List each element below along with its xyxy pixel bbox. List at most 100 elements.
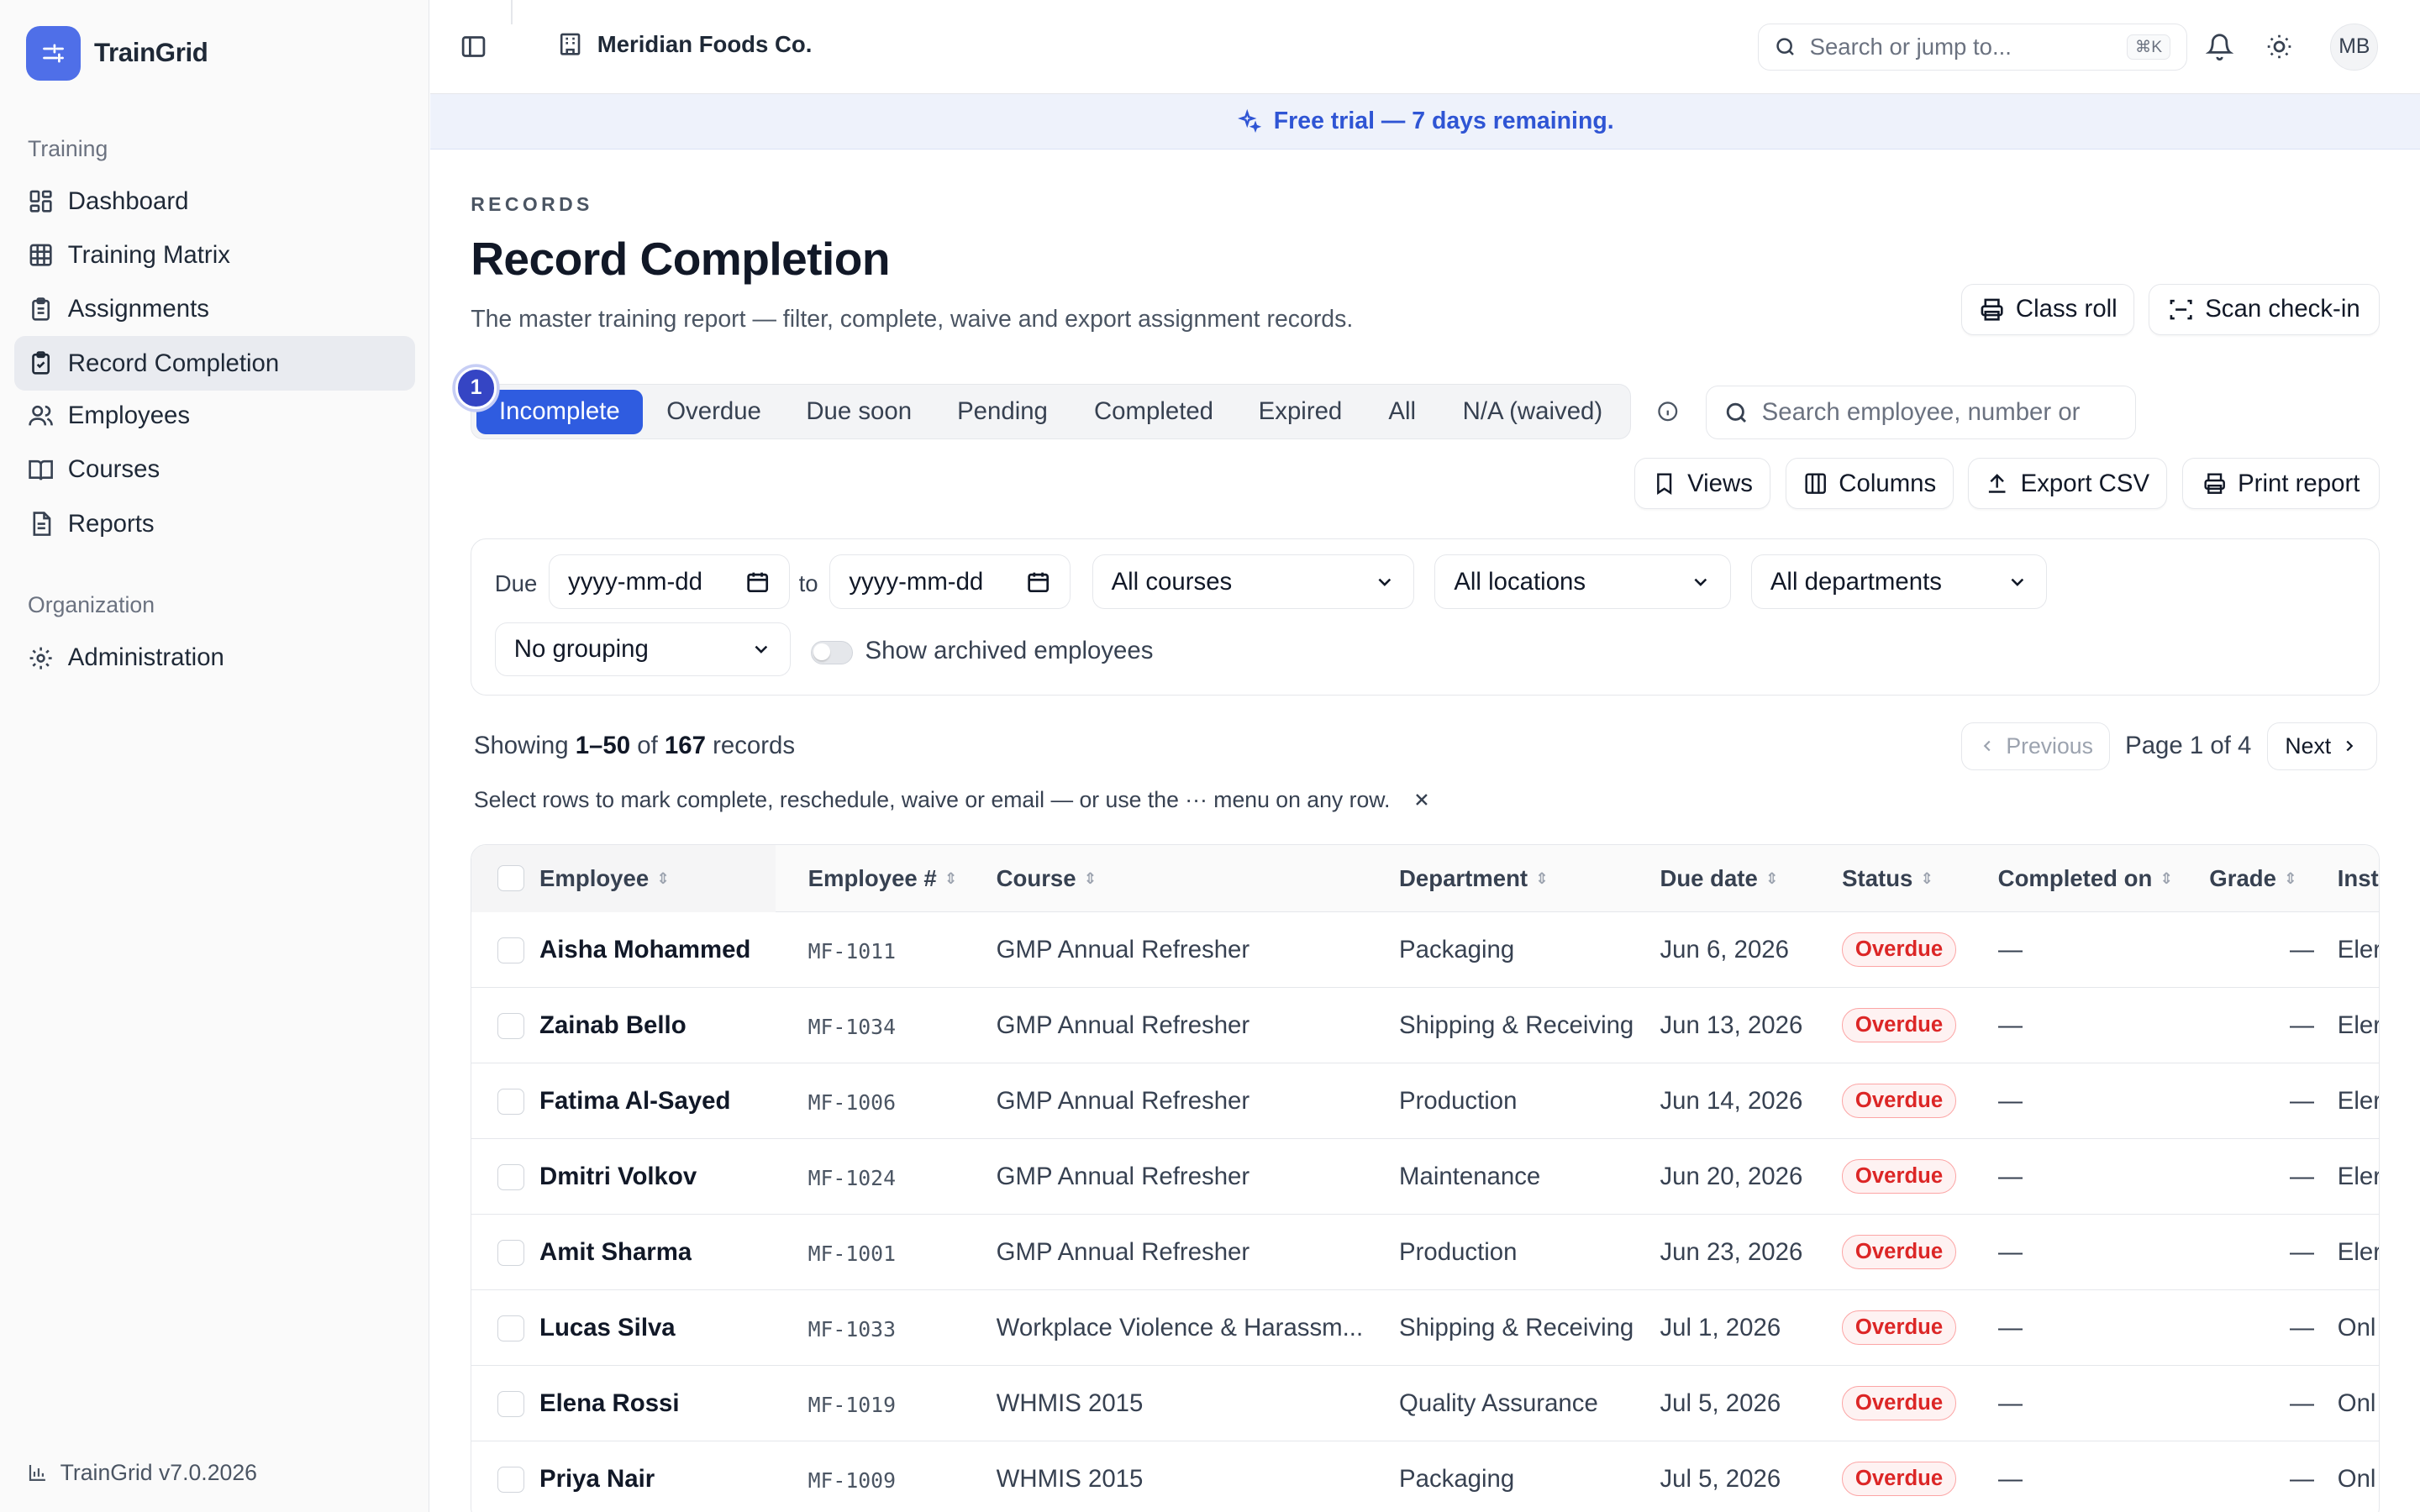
tab-na-waived[interactable]: N/A (waived) [1444,390,1621,434]
class-roll-button[interactable]: Class roll [1961,283,2135,335]
tab-pending[interactable]: Pending [938,390,1067,434]
brand[interactable]: TrainGrid [26,26,208,81]
info-icon[interactable] [1656,400,1680,430]
column-header-employee[interactable]: Employee ⇕ [539,865,670,892]
tab-expired[interactable]: Expired [1240,390,1360,434]
cell-employee-name[interactable]: Dmitri Volkov [539,1163,697,1191]
table-row[interactable]: Amit Sharma MF-1001 GMP Annual Refresher… [471,1215,2380,1291]
sidebar-item-label: Assignments [67,295,209,323]
table-row[interactable]: Dmitri Volkov MF-1024 GMP Annual Refresh… [471,1139,2380,1215]
tab-all[interactable]: All [1365,390,1439,434]
sun-icon[interactable] [2265,33,2293,67]
row-checkbox[interactable] [497,1315,524,1342]
export-csv-button[interactable]: Export CSV [1967,458,2167,510]
cell-due-date: Jun 13, 2026 [1660,1011,1803,1040]
table-row[interactable]: Aisha Mohammed MF-1011 GMP Annual Refres… [471,912,2380,989]
column-header-employee-number[interactable]: Employee # ⇕ [808,865,958,892]
row-checkbox[interactable] [497,1012,524,1040]
table-row[interactable]: Lucas Silva MF-1033 Workplace Violence &… [471,1290,2380,1367]
columns-button[interactable]: Columns [1786,458,1954,510]
column-header-due-date[interactable]: Due date ⇕ [1660,865,1778,892]
sidebar-item-record-completion[interactable]: Record Completion [13,336,416,391]
cell-employee-name[interactable]: Priya Nair [539,1465,655,1494]
cell-course: GMP Annual Refresher [996,1238,1250,1267]
status-badge: Overdue [1842,1310,1956,1345]
row-checkbox[interactable] [497,1239,524,1267]
column-header-course[interactable]: Course ⇕ [997,865,1097,892]
sidebar-item-employees[interactable]: Employees [14,389,416,443]
avatar[interactable]: MB [2330,23,2379,71]
previous-page-button[interactable]: Previous [1961,722,2110,770]
bell-icon[interactable] [2205,33,2234,67]
cell-employee-name[interactable]: Amit Sharma [539,1238,692,1267]
topbar: Meridian Foods Co. Search or jump to... … [430,0,2420,95]
departments-select[interactable]: All departments [1750,554,2048,609]
show-archived-toggle[interactable] [811,641,853,664]
row-checkbox[interactable] [497,1390,524,1418]
sidebar-item-reports[interactable]: Reports [14,496,416,550]
tab-due-soon[interactable]: Due soon [785,390,933,434]
cell-employee-name[interactable]: Elena Rossi [539,1389,680,1418]
table-row[interactable]: Elena Rossi MF-1019 WHMIS 2015 Quality A… [471,1366,2380,1442]
status-badge: Overdue [1842,1008,1956,1042]
step-badge: 1 [455,367,497,409]
table-row[interactable]: Zainab Bello MF-1034 GMP Annual Refreshe… [471,988,2380,1064]
column-label: Completed on [1997,864,2153,891]
due-to-date-input[interactable]: yyyy-mm-dd [829,554,1071,609]
due-from-date-input[interactable]: yyyy-mm-dd [549,554,790,609]
grouping-select[interactable]: No grouping [494,622,792,677]
table-row[interactable]: Fatima Al-Sayed MF-1006 GMP Annual Refre… [471,1063,2380,1140]
column-header-grade[interactable]: Grade ⇕ [2209,865,2296,892]
print-report-label: Print report [2238,469,2360,497]
show-archived-label: Show archived employees [865,636,1154,664]
views-button[interactable]: Views [1634,458,1770,510]
sidebar-item-administration[interactable]: Administration [14,631,416,685]
locations-select[interactable]: All locations [1434,554,1731,609]
row-checkbox[interactable] [497,1163,524,1191]
courses-select[interactable]: All courses [1092,554,1415,609]
records-search-input[interactable]: Search employee, number or [1705,386,2136,440]
column-header-instructor[interactable]: Inst [2338,865,2379,892]
cell-department: Packaging [1399,1465,1515,1494]
sidebar-item-assignments[interactable]: Assignments [14,282,416,336]
sidebar-toggle-icon[interactable] [460,33,487,67]
scan-checkin-button[interactable]: Scan check-in [2148,283,2381,335]
cell-completed-on: — [1997,1314,2023,1342]
results-of: of [637,731,658,759]
cell-employee-name[interactable]: Lucas Silva [539,1314,676,1342]
row-checkbox[interactable] [497,1088,524,1116]
sidebar-item-courses[interactable]: Courses [14,443,416,496]
close-icon[interactable] [1412,790,1432,810]
chevron-right-icon [2346,740,2354,752]
column-label: Grade [2209,864,2276,891]
calendar-icon[interactable] [745,570,770,594]
calendar-icon[interactable] [1026,570,1050,594]
column-header-status[interactable]: Status ⇕ [1842,865,1933,892]
global-search-input[interactable]: Search or jump to... ⌘K [1757,23,2187,71]
results-range: 1–50 [575,731,631,759]
table-row[interactable]: Priya Nair MF-1009 WHMIS 2015 Packaging … [471,1441,2379,1511]
tab-completed[interactable]: Completed [1072,390,1236,434]
column-header-completed-on[interactable]: Completed on ⇕ [1998,865,2173,892]
cell-course: Workplace Violence & Harassm... [996,1314,1364,1342]
column-header-department[interactable]: Department ⇕ [1399,865,1549,892]
cell-due-date: Jul 1, 2026 [1660,1314,1781,1342]
sidebar-item-dashboard[interactable]: Dashboard [14,175,416,228]
column-label: Due date [1660,864,1758,891]
sparkles-icon [1237,108,1262,133]
select-all-checkbox[interactable] [497,864,524,891]
print-report-button[interactable]: Print report [2182,458,2381,510]
tab-incomplete[interactable]: Incomplete [476,389,644,435]
row-checkbox[interactable] [497,1466,524,1494]
cell-employee-name[interactable]: Fatima Al-Sayed [539,1087,730,1116]
sidebar-item-training-matrix[interactable]: Training Matrix [14,228,416,282]
results-total: 167 [664,731,706,759]
tab-overdue[interactable]: Overdue [648,390,781,434]
cell-employee-name[interactable]: Aisha Mohammed [539,936,750,964]
org-switcher[interactable]: Meridian Foods Co. [557,31,812,58]
row-checkbox[interactable] [497,937,524,964]
cell-employee-name[interactable]: Zainab Bello [539,1011,687,1040]
cell-due-date: Jun 6, 2026 [1660,936,1789,964]
results-suffix: records [713,731,796,759]
next-page-button[interactable]: Next [2267,722,2377,770]
